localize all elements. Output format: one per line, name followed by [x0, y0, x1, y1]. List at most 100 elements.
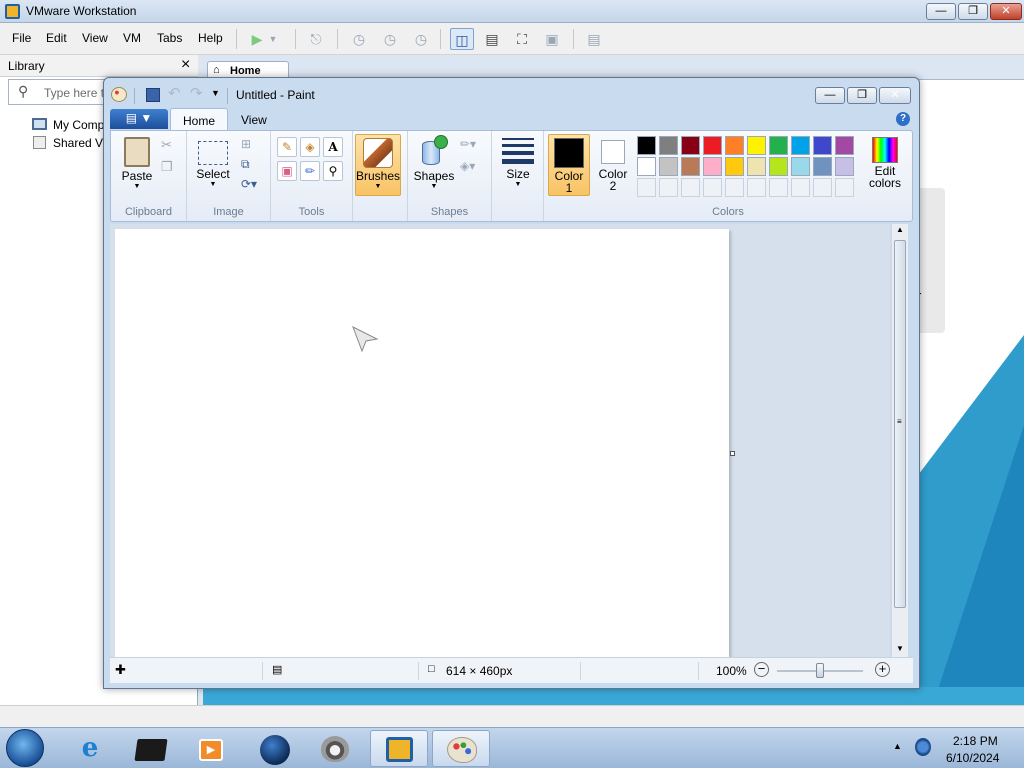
- zoom-in-button[interactable]: +: [875, 662, 890, 677]
- show-hidden-icons-icon[interactable]: ▲: [893, 741, 902, 751]
- menu-help[interactable]: Help: [198, 31, 223, 45]
- color2-button[interactable]: Color 2: [592, 134, 634, 196]
- full-screen-icon[interactable]: ⛶: [510, 28, 534, 50]
- palette-swatch[interactable]: [835, 157, 854, 176]
- outline-icon[interactable]: ✏▾: [460, 137, 476, 151]
- taskbar-terminal[interactable]: [121, 730, 179, 767]
- tab-home[interactable]: Home: [170, 108, 229, 130]
- menu-file[interactable]: File: [12, 31, 31, 45]
- clock-date[interactable]: 6/10/2024: [946, 751, 999, 765]
- custom-color-slot[interactable]: [791, 178, 810, 197]
- taskbar-raccoon-app[interactable]: [306, 730, 364, 767]
- fill-icon[interactable]: ◈: [300, 137, 320, 157]
- canvas-resize-handle[interactable]: [730, 451, 735, 456]
- menu-view[interactable]: View: [82, 31, 108, 45]
- palette-swatch[interactable]: [703, 136, 722, 155]
- palette-swatch[interactable]: [813, 136, 832, 155]
- menu-edit[interactable]: Edit: [46, 31, 67, 45]
- zoom-out-button[interactable]: −: [754, 662, 769, 677]
- palette-swatch[interactable]: [791, 136, 810, 155]
- palette-swatch[interactable]: [637, 136, 656, 155]
- text-icon[interactable]: A: [323, 137, 343, 157]
- custom-color-slot[interactable]: [659, 178, 678, 197]
- palette-swatch[interactable]: [681, 157, 700, 176]
- fill-style-icon[interactable]: ◈▾: [460, 159, 475, 173]
- scroll-down-icon[interactable]: ▼: [896, 644, 904, 653]
- scroll-thumb[interactable]: ≡: [894, 240, 906, 608]
- paint-close-button[interactable]: ✕: [879, 87, 911, 104]
- redo-icon[interactable]: ↷: [190, 84, 203, 102]
- menu-vm[interactable]: VM: [123, 31, 141, 45]
- taskbar-paint[interactable]: [432, 730, 490, 767]
- custom-color-slot[interactable]: [681, 178, 700, 197]
- resize-icon[interactable]: ⧉: [241, 157, 250, 172]
- taskbar-vmware[interactable]: [370, 730, 428, 767]
- palette-swatch[interactable]: [747, 136, 766, 155]
- taskbar-media-player[interactable]: ▶: [181, 730, 239, 767]
- taskbar-globe-app[interactable]: [246, 730, 304, 767]
- crop-icon[interactable]: ⊞: [241, 137, 251, 151]
- custom-color-slot[interactable]: [747, 178, 766, 197]
- send-keys-icon[interactable]: ⎋: [304, 28, 328, 50]
- palette-swatch[interactable]: [703, 157, 722, 176]
- color1-button[interactable]: Color 1: [548, 134, 590, 196]
- minimize-button[interactable]: —: [926, 3, 956, 20]
- unity-icon[interactable]: ▣: [540, 28, 564, 50]
- network-icon[interactable]: [915, 738, 931, 756]
- rotate-icon[interactable]: ⟳▾: [241, 177, 257, 191]
- eraser-icon[interactable]: ▣: [277, 161, 297, 181]
- snapshot-icon[interactable]: ◷: [347, 28, 371, 50]
- custom-color-slot[interactable]: [703, 178, 722, 197]
- maximize-button[interactable]: ❐: [958, 3, 988, 20]
- palette-swatch[interactable]: [747, 157, 766, 176]
- palette-swatch[interactable]: [769, 136, 788, 155]
- thumbnail-bar-icon[interactable]: ▤: [480, 28, 504, 50]
- library-view-icon[interactable]: ◫: [450, 28, 474, 50]
- palette-swatch[interactable]: [769, 157, 788, 176]
- chevron-down-icon[interactable]: ▼: [266, 28, 280, 50]
- copy-icon[interactable]: ❐: [161, 159, 173, 175]
- undo-icon[interactable]: ↶: [168, 84, 181, 102]
- customize-quick-access-icon[interactable]: ▼: [211, 88, 220, 98]
- custom-color-slot[interactable]: [637, 178, 656, 197]
- magnifier-icon[interactable]: ⚲: [323, 161, 343, 181]
- custom-color-slot[interactable]: [725, 178, 744, 197]
- paint-menu-button[interactable]: ▤ ▼: [110, 109, 168, 129]
- paste-button[interactable]: Paste ▼: [115, 135, 159, 190]
- custom-color-slot[interactable]: [813, 178, 832, 197]
- console-view-icon[interactable]: ▤: [582, 28, 606, 50]
- taskbar-internet-explorer[interactable]: e: [61, 730, 119, 767]
- color-picker-icon[interactable]: ✏: [300, 161, 320, 181]
- drawing-canvas[interactable]: [115, 229, 729, 657]
- palette-swatch[interactable]: [725, 136, 744, 155]
- palette-swatch[interactable]: [659, 157, 678, 176]
- help-icon[interactable]: ?: [896, 112, 910, 126]
- menu-tabs[interactable]: Tabs: [157, 31, 182, 45]
- zoom-slider-thumb[interactable]: [816, 663, 824, 678]
- paint-minimize-button[interactable]: —: [815, 87, 845, 104]
- select-button[interactable]: Select ▼: [192, 135, 234, 188]
- start-button[interactable]: [6, 729, 44, 767]
- paint-maximize-button[interactable]: ❐: [847, 87, 877, 104]
- scroll-up-icon[interactable]: ▲: [896, 225, 904, 234]
- palette-swatch[interactable]: [659, 136, 678, 155]
- clock-time[interactable]: 2:18 PM: [953, 734, 998, 748]
- palette-swatch[interactable]: [835, 136, 854, 155]
- shapes-button[interactable]: Shapes ▼: [412, 135, 456, 190]
- vertical-scrollbar[interactable]: ▲ ≡ ▼: [891, 224, 908, 657]
- save-icon[interactable]: [146, 88, 160, 102]
- custom-color-slot[interactable]: [835, 178, 854, 197]
- palette-swatch[interactable]: [813, 157, 832, 176]
- custom-color-slot[interactable]: [769, 178, 788, 197]
- cut-icon[interactable]: ✂: [161, 137, 172, 153]
- revert-snapshot-icon[interactable]: ◷: [378, 28, 402, 50]
- edit-colors-button[interactable]: Edit colors: [862, 134, 908, 196]
- pencil-icon[interactable]: ✎: [277, 137, 297, 157]
- palette-swatch[interactable]: [637, 157, 656, 176]
- brushes-button[interactable]: Brushes ▼: [355, 134, 401, 196]
- library-close-button[interactable]: ×: [181, 56, 190, 74]
- snapshot-manager-icon[interactable]: ◷: [409, 28, 433, 50]
- close-button[interactable]: ✕: [990, 3, 1022, 20]
- palette-swatch[interactable]: [791, 157, 810, 176]
- size-button[interactable]: Size ▼: [498, 135, 538, 188]
